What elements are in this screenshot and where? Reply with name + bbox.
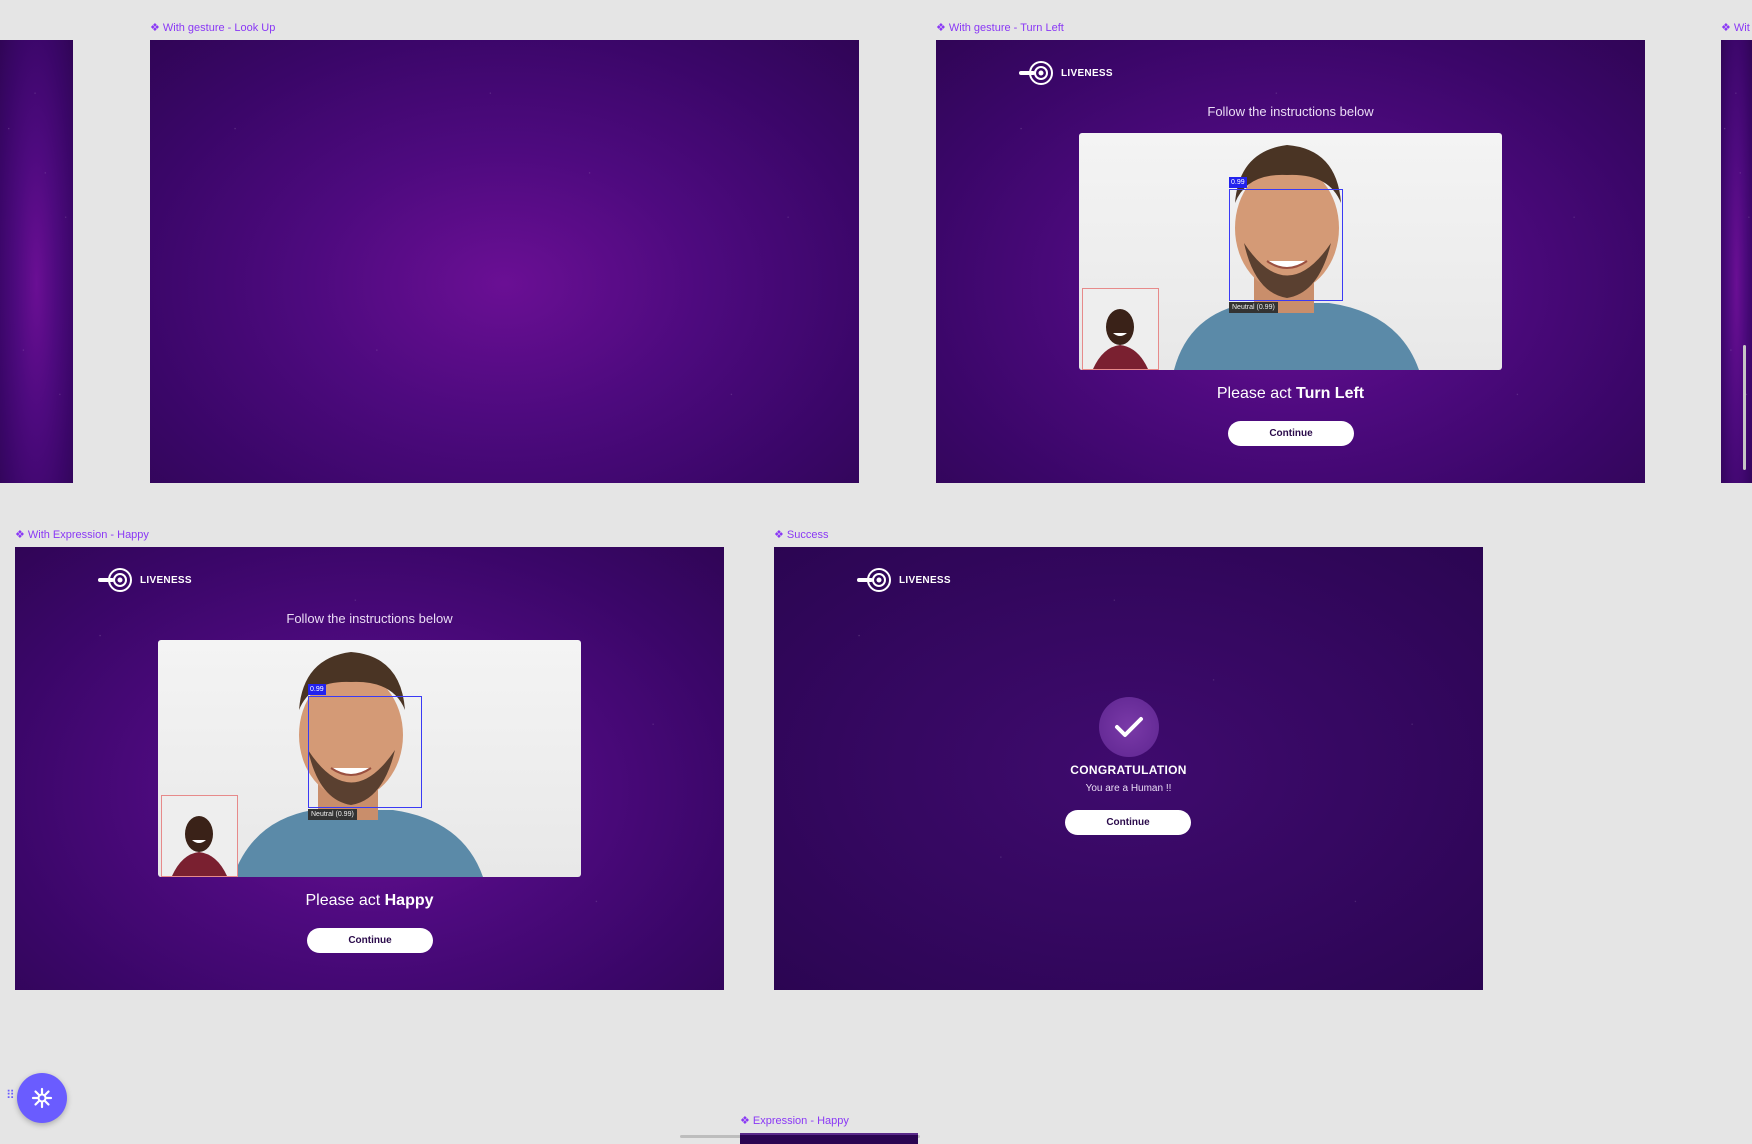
liveness-logo: LIVENESS [1019,60,1113,86]
continue-button[interactable]: Continue [307,928,433,953]
logo-text: LIVENESS [140,574,192,586]
thumbnail-person-image [172,816,227,876]
partial-frame-left[interactable] [0,40,73,483]
continue-button[interactable]: Continue [1228,421,1354,446]
instruction-text: Follow the instructions below [1207,104,1374,119]
logo-text: LIVENESS [899,574,951,586]
frame-look-up[interactable] [150,40,859,483]
logo-text: LIVENESS [1061,67,1113,79]
component-diamond-icon: ❖ [936,22,946,34]
vertical-scrollbar[interactable] [1743,345,1746,470]
target-logo-icon [98,568,132,592]
score-tag: 0.99 [308,684,326,695]
emotion-tag: Neutral (0.99) [1229,302,1278,313]
face-detection-box [1229,189,1343,301]
instruction-text: Follow the instructions below [286,611,453,626]
reference-thumbnail [161,795,238,877]
target-logo-icon [1019,61,1053,85]
frame-label-turn-left[interactable]: ❖ With gesture - Turn Left [936,21,1064,34]
component-diamond-icon: ❖ [150,22,160,34]
liveness-logo: LIVENESS [98,567,192,593]
liveness-logo: LIVENESS [857,567,951,593]
target-logo-icon [857,568,891,592]
thumbnail-person-image [1093,309,1148,369]
camera-preview: 0.99 Neutral (0.99) [1079,133,1502,370]
check-icon [1099,697,1159,757]
sparkle-fab-button[interactable] [17,1073,67,1123]
component-diamond-icon: ❖ [740,1115,750,1127]
frame-label-partial-right[interactable]: ❖ Wit [1721,21,1750,34]
frame-happy[interactable]: LIVENESS Follow the instructions below 0… [15,547,724,990]
face-detection-box [308,696,422,808]
drag-handle-icon[interactable]: ⠿ [6,1089,15,1101]
act-action: Turn Left [1296,385,1365,402]
sparkle-icon [31,1087,53,1109]
partial-frame-right[interactable] [1721,40,1752,483]
success-title: CONGRATULATION [1070,763,1187,777]
frame-success[interactable]: LIVENESS CONGRATULATION You are a Human … [774,547,1483,990]
frame-label-success[interactable]: ❖ Success [774,528,828,541]
continue-button[interactable]: Continue [1065,810,1191,835]
emotion-tag: Neutral (0.99) [308,809,357,820]
camera-preview: 0.99 Neutral (0.99) [158,640,581,877]
act-prompt: Please act Happy [305,892,434,909]
component-diamond-icon: ❖ [1721,22,1731,34]
score-tag: 0.99 [1229,177,1247,188]
component-diamond-icon: ❖ [774,529,784,541]
component-diamond-icon: ❖ [15,529,25,541]
frame-label-bottom[interactable]: ❖ Expression - Happy [740,1114,849,1127]
partial-frame-bottom[interactable] [740,1133,918,1144]
frame-turn-left[interactable]: LIVENESS Follow the instructions below 0… [936,40,1645,483]
frame-label-happy[interactable]: ❖ With Expression - Happy [15,528,149,541]
reference-thumbnail [1082,288,1159,370]
act-prompt: Please act Turn Left [1216,385,1365,402]
frame-label-look-up[interactable]: ❖ With gesture - Look Up [150,21,275,34]
act-action: Happy [384,892,434,909]
success-subtitle: You are a Human !! [1085,783,1172,794]
